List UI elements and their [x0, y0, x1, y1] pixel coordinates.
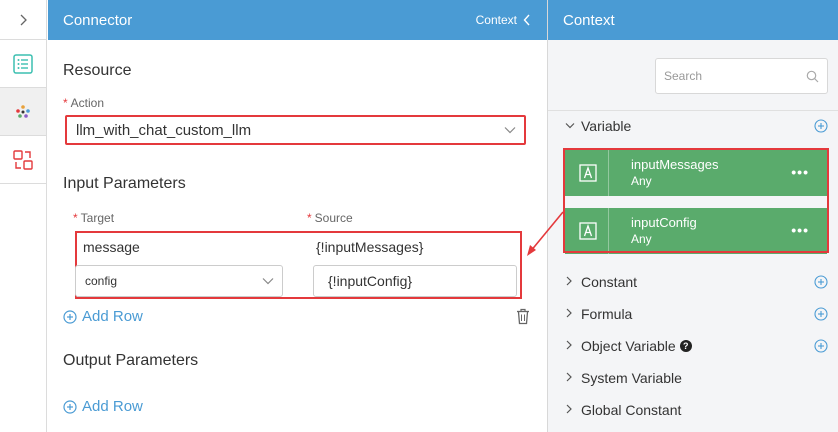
param-source-input[interactable]: {!inputConfig} [313, 265, 517, 297]
rail-list-button[interactable] [0, 40, 46, 88]
target-label: * Target [73, 211, 115, 225]
section-label: System Variable [581, 370, 682, 386]
param-target-config: config [85, 274, 118, 288]
search-input[interactable]: Search [655, 58, 828, 94]
variable-section[interactable]: Variable [548, 110, 838, 142]
add-row-label: Add Row [82, 308, 143, 325]
action-label: * Action [63, 96, 105, 110]
expand-rail-button[interactable] [0, 0, 46, 40]
add-constant-icon[interactable] [814, 275, 828, 292]
plus-circle-icon [63, 309, 77, 324]
global-constant-section[interactable]: Global Constant [548, 394, 838, 426]
help-icon[interactable]: ? [679, 340, 692, 352]
context-title: Context [563, 11, 615, 29]
section-label: Global Constant [581, 402, 682, 418]
variables-highlight-box [563, 148, 829, 253]
rail-transform-button[interactable] [0, 136, 46, 184]
input-params-title: Input Parameters [63, 175, 186, 192]
add-formula-icon[interactable] [814, 307, 828, 324]
variable-label: Variable [581, 118, 632, 134]
trash-icon[interactable] [515, 308, 531, 330]
param-target-select[interactable]: config [75, 265, 283, 297]
object-variable-section[interactable]: Object Variable ? [548, 330, 838, 362]
chevron-left-icon [523, 14, 530, 26]
param-source-config: {!inputConfig} [328, 273, 413, 289]
chevron-right-icon [565, 339, 581, 353]
source-label: * Source [307, 211, 353, 225]
action-value: llm_with_chat_custom_llm [76, 121, 252, 139]
chevron-right-icon [565, 275, 581, 289]
system-variable-section[interactable]: System Variable [548, 362, 838, 394]
chevron-right-icon [565, 371, 581, 385]
section-label: Constant [581, 274, 638, 290]
section-label: Object Variable [581, 338, 676, 354]
search-area: Search [548, 40, 838, 110]
add-object-variable-icon[interactable] [814, 339, 828, 356]
left-icon-rail [0, 0, 47, 432]
section-label: Formula [581, 306, 633, 322]
chevron-down-icon [262, 278, 274, 285]
add-variable-icon[interactable] [814, 119, 828, 136]
chevron-right-icon [565, 307, 581, 321]
palette-icon [16, 104, 30, 118]
output-params-title: Output Parameters [63, 352, 199, 369]
formula-section[interactable]: Formula [548, 298, 838, 330]
search-icon [806, 70, 819, 82]
chevron-right-icon [565, 403, 581, 417]
add-input-row-button[interactable]: Add Row [63, 308, 143, 325]
rail-palette-button[interactable] [0, 88, 46, 136]
param-target-message[interactable]: message [83, 239, 140, 255]
resource-title: Resource [63, 62, 132, 79]
add-output-row-button[interactable]: Add Row [63, 398, 143, 415]
search-placeholder: Search [664, 69, 703, 83]
chevron-down-icon [565, 119, 581, 133]
connector-panel: Connector Context Resource * Action llm_w… [48, 0, 547, 432]
transform-icon [13, 149, 33, 170]
action-select[interactable]: llm_with_chat_custom_llm [65, 115, 526, 145]
connector-header: Connector Context [48, 0, 547, 40]
chevron-down-icon [504, 127, 516, 134]
context-panel: Context Search Variable inputMessages An… [548, 0, 838, 432]
plus-circle-icon [63, 399, 77, 414]
list-icon [13, 53, 33, 74]
param-source-message[interactable]: {!inputMessages} [316, 239, 423, 255]
constant-section[interactable]: Constant [548, 266, 838, 298]
context-toggle-label: Context [475, 13, 517, 27]
chevron-right-icon [20, 14, 27, 25]
add-row-label: Add Row [82, 398, 143, 415]
context-toggle-button[interactable]: Context [476, 13, 531, 27]
context-header: Context [548, 0, 838, 40]
panel-title: Connector [63, 11, 133, 29]
